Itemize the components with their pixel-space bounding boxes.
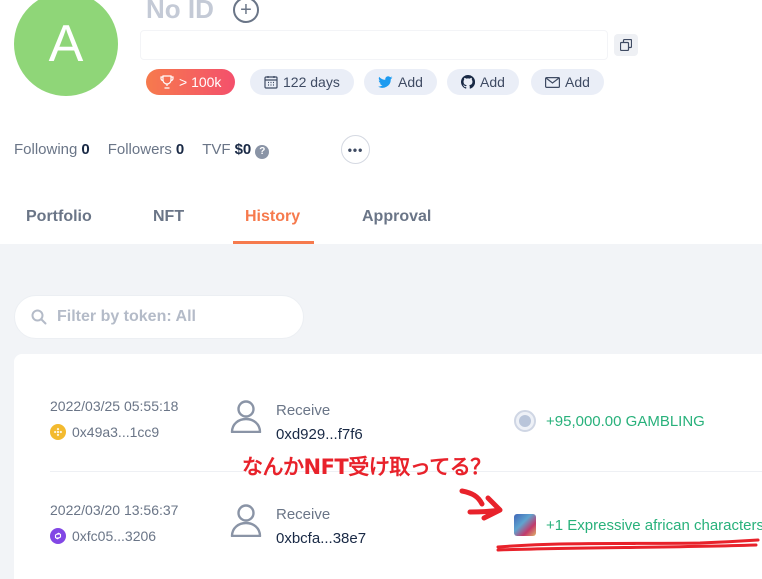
- followers-count: 0: [175, 141, 185, 159]
- tx-time: 2022/03/25 05:55:18: [50, 398, 179, 414]
- copy-address-button[interactable]: [614, 34, 638, 56]
- bnb-chain-icon: [50, 424, 66, 440]
- nft-thumbnail-icon: [514, 514, 536, 536]
- add-twitter-button[interactable]: Add: [364, 69, 437, 95]
- token-filter[interactable]: [14, 295, 304, 339]
- annotation-text: なんかNFT受け取ってる？: [242, 455, 491, 479]
- profile-name: No ID: [146, 0, 214, 24]
- tx-type: Receive: [276, 506, 331, 523]
- tx-hash[interactable]: 0x49a3...1cc9: [50, 424, 159, 440]
- token-filter-input[interactable]: [57, 308, 277, 326]
- tx-counterparty[interactable]: 0xbcfa...38e7: [276, 530, 366, 547]
- calendar-icon: [264, 76, 278, 89]
- tvf-label: TVF: [202, 141, 231, 158]
- add-email-label: Add: [565, 74, 590, 90]
- add-github-button[interactable]: Add: [447, 69, 519, 95]
- add-id-button[interactable]: +: [233, 0, 259, 23]
- search-icon: [31, 309, 47, 325]
- tx-hash-text: 0xfc05...3206: [72, 528, 157, 544]
- following-stat[interactable]: Following 0: [14, 141, 90, 158]
- profile-header: A No ID + > 100k 122 days Add Add Add Fo…: [0, 0, 762, 244]
- tab-nft[interactable]: NFT: [153, 208, 184, 226]
- age-badge: 122 days: [250, 69, 354, 95]
- address-field: [140, 30, 608, 60]
- add-github-label: Add: [480, 74, 505, 90]
- tab-portfolio[interactable]: Portfolio: [26, 208, 92, 226]
- help-icon[interactable]: ?: [255, 144, 270, 159]
- tx-hash[interactable]: 0xfc05...3206: [50, 528, 156, 544]
- more-options-button[interactable]: •••: [341, 135, 370, 164]
- ellipsis-icon: •••: [347, 142, 364, 157]
- profile-stats: Following 0 Followers 0 TVF $0?: [14, 141, 270, 159]
- plus-icon: +: [240, 0, 252, 21]
- rank-badge[interactable]: > 100k: [146, 69, 236, 95]
- mail-icon: [545, 76, 560, 88]
- tx-amount: +95,000.00 GAMBLING: [514, 410, 705, 432]
- avatar-letter: A: [48, 15, 84, 73]
- followers-stat[interactable]: Followers 0: [108, 141, 185, 158]
- tx-amount: +1 Expressive african characters: [514, 514, 762, 536]
- history-panel: 2022/03/25 05:55:18 0x49a3...1cc9 Receiv…: [0, 244, 762, 579]
- age-badge-label: 122 days: [283, 74, 340, 90]
- following-count: 0: [81, 141, 90, 159]
- tx-type: Receive: [276, 402, 331, 419]
- following-label: Following: [14, 141, 78, 159]
- trophy-icon: [160, 75, 174, 89]
- gambling-token-icon: [514, 410, 536, 432]
- user-icon: [230, 400, 262, 433]
- tx-time: 2022/03/20 13:56:37: [50, 502, 179, 518]
- tvf-stat: TVF $0?: [202, 141, 270, 159]
- user-icon: [230, 504, 262, 537]
- copy-icon: [620, 39, 632, 51]
- tab-history[interactable]: History: [245, 208, 300, 226]
- github-icon: [461, 75, 475, 89]
- tx-hash-text: 0x49a3...1cc9: [72, 424, 160, 440]
- add-email-button[interactable]: Add: [531, 69, 604, 95]
- add-twitter-label: Add: [398, 74, 423, 90]
- tx-counterparty[interactable]: 0xd929...f7f6: [276, 426, 363, 443]
- tx-amount-text: +1 Expressive african characters: [546, 516, 762, 534]
- tvf-value: $0: [234, 141, 252, 158]
- profile-tabs: Portfolio NFT History Approval: [0, 196, 762, 244]
- polygon-chain-icon: [50, 528, 66, 544]
- tx-amount-text: +95,000.00 GAMBLING: [546, 412, 705, 430]
- tab-approval[interactable]: Approval: [362, 208, 431, 226]
- history-row[interactable]: 2022/03/20 13:56:37 0xfc05...3206 Receiv…: [50, 488, 762, 579]
- rank-badge-label: > 100k: [179, 74, 222, 90]
- avatar: A: [14, 0, 118, 96]
- followers-label: Followers: [107, 141, 172, 159]
- twitter-icon: [378, 75, 393, 88]
